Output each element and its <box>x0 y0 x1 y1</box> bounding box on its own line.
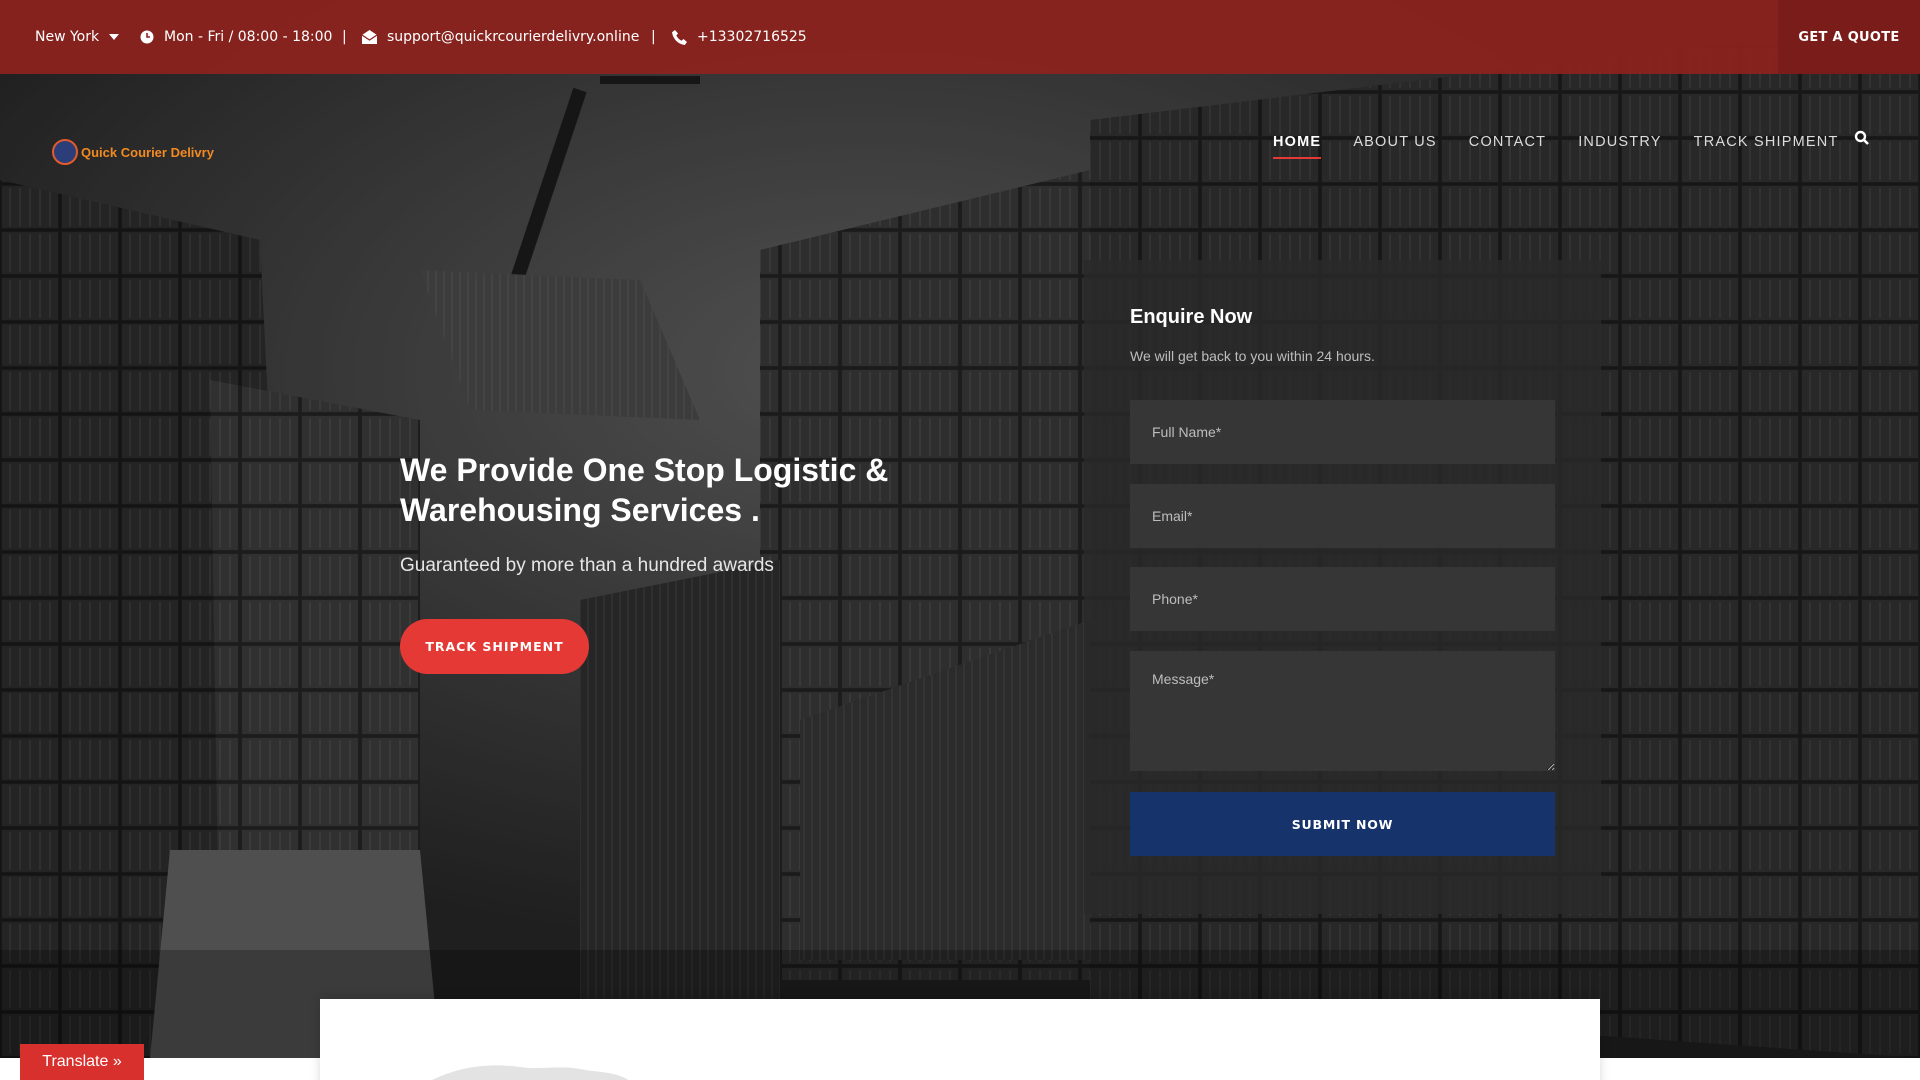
site-logo[interactable]: Quick Courier Delivry <box>52 139 214 165</box>
hero-background <box>0 0 1920 1058</box>
hero-subtitle: Guaranteed by more than a hundred awards <box>400 555 774 576</box>
email-text: support@quickrcourierdelivry.online <box>387 29 640 45</box>
city-selector[interactable]: New York <box>35 0 120 74</box>
chevron-down-icon <box>109 34 120 40</box>
nav-industry[interactable]: INDUSTRY <box>1578 131 1661 155</box>
world-map-graphic <box>432 1065 629 1080</box>
translate-button[interactable]: Translate » <box>20 1044 144 1080</box>
nav-contact[interactable]: CONTACT <box>1469 131 1546 155</box>
phone-icon <box>672 29 687 45</box>
message-textarea[interactable] <box>1130 651 1555 771</box>
track-shipment-button[interactable]: TRACK SHIPMENT <box>400 619 589 674</box>
enquiry-title: Enquire Now <box>1130 306 1253 328</box>
envelope-icon <box>362 30 377 44</box>
nav-track-shipment[interactable]: TRACK SHIPMENT <box>1694 131 1839 155</box>
enquiry-subtitle: We will get back to you within 24 hours. <box>1130 348 1375 364</box>
city-label: New York <box>35 29 100 45</box>
nav-home[interactable]: HOME <box>1273 131 1322 159</box>
support-email-link[interactable]: support@quickrcourierdelivry.online <box>362 0 639 74</box>
main-nav: HOME ABOUT US CONTACT INDUSTRY TRACK SHI… <box>1273 131 1871 159</box>
business-hours: Mon - Fri / 08:00 - 18:00 <box>140 0 332 74</box>
logo-text: Quick Courier Delivry <box>81 144 214 160</box>
search-icon[interactable] <box>1854 130 1870 150</box>
submit-button[interactable]: SUBMIT NOW <box>1130 792 1555 856</box>
phone-text: +13302716525 <box>697 29 807 45</box>
divider: | <box>342 29 347 45</box>
get-a-quote-button[interactable]: GET A QUOTE <box>1778 0 1920 74</box>
enquiry-form: Enquire Now We will get back to you with… <box>1084 260 1601 914</box>
phone-input[interactable] <box>1130 567 1555 631</box>
features-card <box>320 999 1600 1080</box>
email-input[interactable] <box>1130 484 1555 548</box>
full-name-input[interactable] <box>1130 400 1555 464</box>
hero-title: We Provide One Stop Logistic & Warehousi… <box>400 452 889 528</box>
container-yard-image <box>0 0 1920 1058</box>
divider: | <box>651 29 656 45</box>
phone-link[interactable]: +13302716525 <box>672 0 807 74</box>
nav-about-us[interactable]: ABOUT US <box>1353 131 1436 155</box>
hours-text: Mon - Fri / 08:00 - 18:00 <box>164 29 333 45</box>
clock-icon <box>140 30 154 44</box>
globe-logo-icon <box>52 139 78 165</box>
top-bar: New York Mon - Fri / 08:00 - 18:00 | sup… <box>0 0 1920 74</box>
